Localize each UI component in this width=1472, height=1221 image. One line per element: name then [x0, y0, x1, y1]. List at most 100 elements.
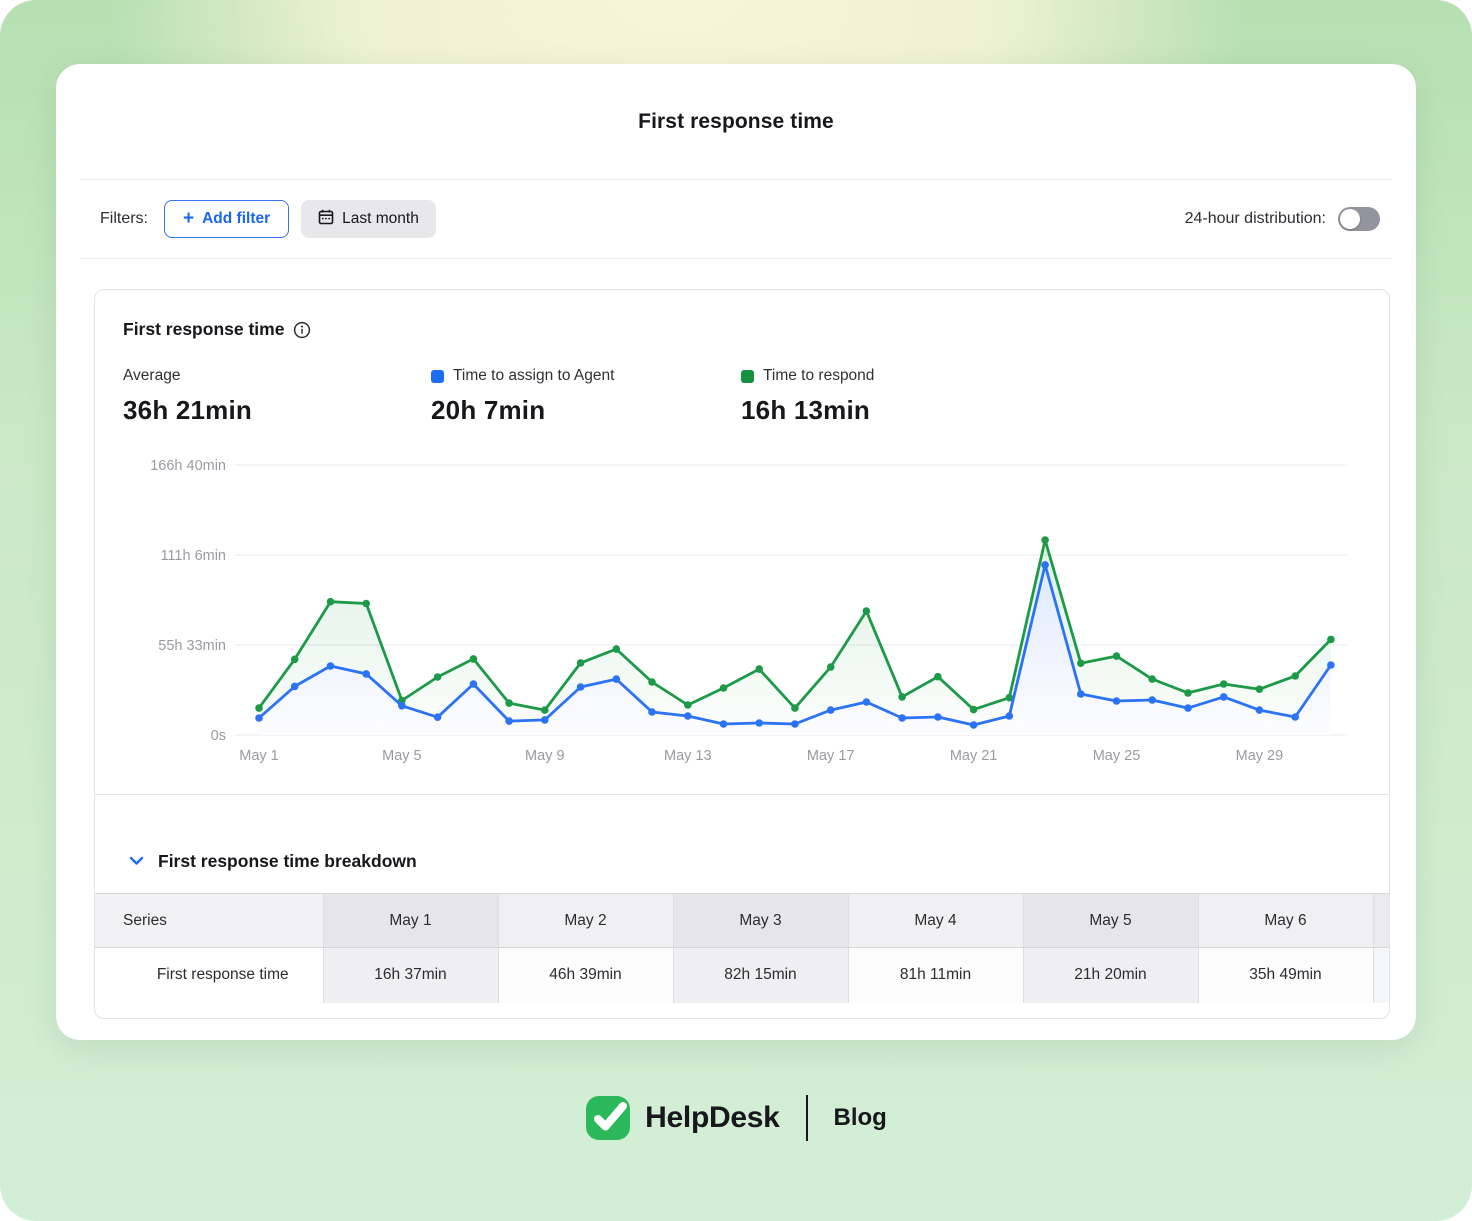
chevron-down-icon[interactable]: [129, 856, 144, 866]
day-column-header: May 1: [323, 894, 498, 948]
data-point[interactable]: [327, 598, 335, 606]
data-point[interactable]: [898, 693, 906, 701]
data-point[interactable]: [755, 665, 763, 673]
row-label: First response time: [95, 948, 323, 1003]
data-point[interactable]: [1148, 675, 1156, 683]
assign-legend-swatch: [431, 370, 444, 383]
data-point[interactable]: [1291, 672, 1299, 680]
info-icon[interactable]: [293, 321, 311, 339]
data-point[interactable]: [398, 702, 406, 710]
respond-label: Time to respond: [763, 367, 874, 385]
data-point[interactable]: [934, 713, 942, 721]
date-range-button[interactable]: Last month: [301, 200, 436, 238]
day-column-header: May 3: [673, 894, 848, 948]
value-cell: 35h 49min: [1198, 948, 1373, 1003]
data-point[interactable]: [613, 675, 621, 683]
y-axis-tick-label: 0s: [211, 728, 226, 744]
data-point[interactable]: [470, 680, 478, 688]
data-point[interactable]: [613, 645, 621, 653]
data-point[interactable]: [362, 600, 370, 608]
helpdesk-logo[interactable]: HelpDesk: [585, 1095, 779, 1141]
data-point[interactable]: [1256, 706, 1264, 714]
data-point[interactable]: [577, 659, 585, 667]
data-point[interactable]: [684, 701, 692, 709]
data-point[interactable]: [1006, 712, 1014, 720]
data-point[interactable]: [470, 655, 478, 663]
data-point[interactable]: [291, 683, 299, 691]
footer-divider: [806, 1095, 808, 1141]
data-point[interactable]: [648, 708, 656, 716]
blog-label[interactable]: Blog: [834, 1104, 887, 1132]
data-point[interactable]: [720, 684, 728, 692]
data-point[interactable]: [827, 706, 835, 714]
data-point[interactable]: [1220, 693, 1228, 701]
breakdown-header: First response time breakdown: [95, 794, 1389, 893]
data-point[interactable]: [362, 670, 370, 678]
value-cell: 21h 20min: [1023, 948, 1198, 1003]
data-point[interactable]: [791, 720, 799, 728]
respond-legend-swatch: [741, 370, 754, 383]
day-column-header: May 6: [1198, 894, 1373, 948]
toggle-knob: [1340, 209, 1360, 229]
data-point[interactable]: [327, 662, 335, 670]
data-point[interactable]: [1077, 690, 1085, 698]
plus-icon: +: [183, 209, 194, 228]
data-point[interactable]: [1113, 697, 1121, 705]
filters-label: Filters:: [100, 210, 148, 228]
data-point[interactable]: [791, 704, 799, 712]
distribution-toggle[interactable]: [1338, 207, 1380, 231]
data-point[interactable]: [970, 721, 978, 729]
value-cell: 81h 11min: [848, 948, 1023, 1003]
data-point[interactable]: [1220, 680, 1228, 688]
clipped-column-header: [1373, 894, 1389, 948]
data-point[interactable]: [1291, 713, 1299, 721]
data-point[interactable]: [898, 714, 906, 722]
x-axis-tick-label: May 21: [950, 748, 998, 764]
first-response-time-card: First response time Average 36h 21min Ti…: [94, 289, 1390, 1019]
data-point[interactable]: [1041, 561, 1049, 569]
data-point[interactable]: [255, 704, 263, 712]
data-point[interactable]: [541, 706, 549, 714]
filters-bar: Filters: + Add filter Last month 24-hour…: [56, 180, 1416, 258]
breakdown-table: SeriesMay 1May 2May 3May 4May 5May 6 Fir…: [95, 893, 1389, 1003]
series-line: [259, 540, 1331, 710]
data-point[interactable]: [720, 720, 728, 728]
stats-row: Average 36h 21min Time to assign to Agen…: [95, 340, 1389, 426]
data-point[interactable]: [934, 673, 942, 681]
data-point[interactable]: [255, 714, 263, 722]
value-cell: 82h 15min: [673, 948, 848, 1003]
x-axis-tick-label: May 13: [664, 748, 712, 764]
data-point[interactable]: [505, 717, 513, 725]
data-point[interactable]: [827, 663, 835, 671]
data-point[interactable]: [1148, 696, 1156, 704]
data-point[interactable]: [1077, 659, 1085, 667]
data-point[interactable]: [291, 656, 299, 664]
assign-label: Time to assign to Agent: [453, 367, 614, 385]
data-point[interactable]: [863, 607, 871, 615]
data-point[interactable]: [970, 706, 978, 714]
data-point[interactable]: [755, 719, 763, 727]
data-point[interactable]: [1113, 652, 1121, 660]
data-point[interactable]: [648, 678, 656, 686]
data-point[interactable]: [1184, 704, 1192, 712]
breakdown-header-row: SeriesMay 1May 2May 3May 4May 5May 6: [95, 894, 1389, 948]
breakdown-title: First response time breakdown: [158, 851, 417, 872]
day-column-header: May 2: [498, 894, 673, 948]
data-point[interactable]: [1327, 661, 1335, 669]
data-point[interactable]: [577, 683, 585, 691]
add-filter-button[interactable]: + Add filter: [164, 200, 289, 238]
data-point[interactable]: [1256, 685, 1264, 693]
data-point[interactable]: [505, 699, 513, 707]
data-point[interactable]: [434, 673, 442, 681]
data-point[interactable]: [1041, 536, 1049, 544]
divider: [80, 258, 1392, 259]
data-point[interactable]: [434, 713, 442, 721]
y-axis-tick-label: 55h 33min: [158, 638, 226, 654]
x-axis-tick-label: May 17: [807, 748, 855, 764]
data-point[interactable]: [863, 698, 871, 706]
data-point[interactable]: [1184, 689, 1192, 697]
distribution-toggle-label: 24-hour distribution:: [1185, 210, 1326, 228]
data-point[interactable]: [1327, 636, 1335, 644]
data-point[interactable]: [541, 716, 549, 724]
data-point[interactable]: [684, 712, 692, 720]
